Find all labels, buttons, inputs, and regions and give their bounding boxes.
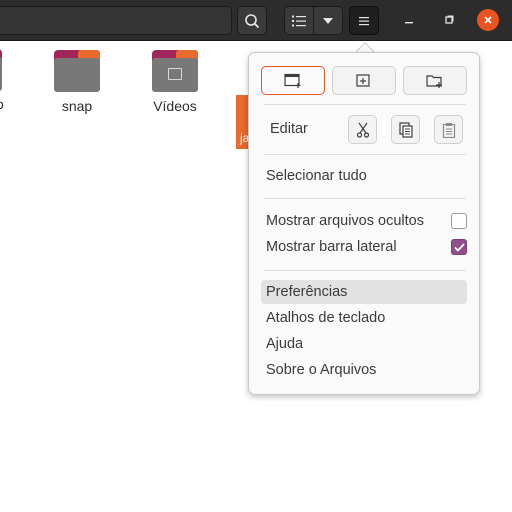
- maximize-button[interactable]: [438, 9, 460, 31]
- keyboard-shortcuts-item[interactable]: Atalhos de teclado: [261, 306, 467, 330]
- list-view-icon: [292, 15, 306, 26]
- new-window-icon: [284, 73, 301, 88]
- file-label: snap: [61, 98, 93, 114]
- hamburger-menu-icon: [359, 16, 369, 25]
- paste-icon: [442, 122, 455, 138]
- show-hidden-files-checkbox[interactable]: [451, 213, 467, 229]
- preferences-item[interactable]: Preferências: [261, 280, 467, 304]
- folder-icon[interactable]: [0, 49, 2, 91]
- close-button[interactable]: [477, 9, 499, 31]
- videos-folder-icon: [152, 50, 198, 92]
- new-folder-button[interactable]: [403, 66, 467, 95]
- restore-icon: [445, 15, 454, 24]
- minimize-icon: [405, 22, 413, 24]
- show-sidebar-item[interactable]: Mostrar barra lateral: [261, 235, 467, 259]
- help-item[interactable]: Ajuda: [261, 332, 467, 356]
- separator: [264, 154, 466, 155]
- new-tab-icon: [356, 73, 370, 87]
- search-icon: [245, 13, 259, 28]
- search-button[interactable]: [237, 6, 267, 35]
- check-icon: [453, 242, 465, 252]
- paste-button[interactable]: [434, 115, 463, 144]
- copy-icon: [398, 121, 413, 138]
- separator: [264, 270, 466, 271]
- file-label[interactable]: o: [0, 96, 4, 112]
- select-all-item[interactable]: Selecionar tudo: [261, 164, 467, 188]
- show-hidden-files-label: Mostrar arquivos ocultos: [266, 213, 424, 229]
- path-bar[interactable]: [0, 6, 232, 35]
- show-sidebar-checkbox[interactable]: [451, 239, 467, 255]
- show-sidebar-label: Mostrar barra lateral: [266, 239, 397, 255]
- separator: [264, 198, 466, 199]
- main-menu-button[interactable]: [349, 6, 379, 35]
- file-label: Vídeos: [153, 98, 197, 114]
- copy-button[interactable]: [391, 115, 420, 144]
- close-icon: [484, 16, 492, 24]
- folder-icon: [54, 50, 100, 92]
- chevron-down-icon: [323, 17, 333, 24]
- header-bar: [0, 0, 512, 41]
- new-tab-button[interactable]: [332, 66, 396, 95]
- minimize-button[interactable]: [398, 9, 420, 31]
- file-item-snap[interactable]: snap: [32, 50, 122, 114]
- cut-icon: [356, 122, 369, 138]
- view-toggle-button[interactable]: [284, 6, 314, 35]
- main-menu-popover: Editar Selecionar tudo Mostrar arquivos …: [248, 52, 480, 395]
- show-hidden-files-item[interactable]: Mostrar arquivos ocultos: [261, 209, 467, 233]
- cut-button[interactable]: [348, 115, 377, 144]
- about-item[interactable]: Sobre o Arquivos: [261, 358, 467, 382]
- separator: [264, 104, 466, 105]
- view-options-button[interactable]: [313, 6, 343, 35]
- new-folder-icon: [426, 74, 442, 88]
- edit-label: Editar: [270, 121, 308, 137]
- new-window-button[interactable]: [261, 66, 325, 95]
- file-item-videos[interactable]: Vídeos: [130, 50, 220, 114]
